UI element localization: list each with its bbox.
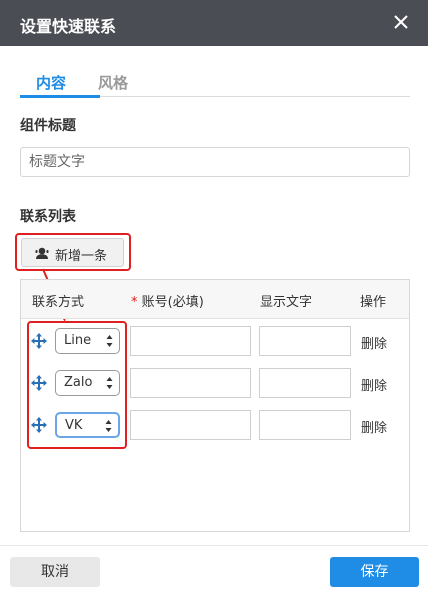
dialog-footer: 取消 保存 xyxy=(0,545,428,598)
account-input[interactable] xyxy=(130,410,251,440)
dialog-titlebar: 设置快速联系 xyxy=(0,0,428,46)
save-button[interactable]: 保存 xyxy=(330,557,419,587)
display-text-input[interactable] xyxy=(259,368,351,398)
account-input[interactable] xyxy=(130,326,251,356)
account-input[interactable] xyxy=(130,368,251,398)
header-action: 操作 xyxy=(360,295,387,310)
tab-content[interactable]: 内容 xyxy=(36,72,66,93)
contact-person-icon xyxy=(35,247,49,259)
display-text-input[interactable] xyxy=(259,410,351,440)
add-item-button[interactable]: 新增一条 xyxy=(21,238,124,267)
header-display-text: 显示文字 xyxy=(260,295,313,310)
cancel-button[interactable]: 取消 xyxy=(10,557,100,587)
delete-link[interactable]: 删除 xyxy=(361,417,387,436)
rows-highlight xyxy=(27,321,127,449)
header-account: * 账号(必填) xyxy=(131,291,204,310)
delete-link[interactable]: 删除 xyxy=(361,333,387,352)
contact-list-label: 联系列表 xyxy=(20,209,76,225)
required-mark: * xyxy=(131,295,138,310)
display-text-input[interactable] xyxy=(259,326,351,356)
component-title-label: 组件标题 xyxy=(20,118,76,134)
add-item-label: 新增一条 xyxy=(55,249,108,264)
tab-bar: 内容 风格 xyxy=(20,70,410,98)
active-tab-indicator xyxy=(20,95,100,98)
dialog-title: 设置快速联系 xyxy=(20,17,117,36)
header-method: 联系方式 xyxy=(32,295,85,310)
header-account-label: 账号(必填) xyxy=(141,295,204,310)
table-header: 联系方式 * 账号(必填) 显示文字 操作 xyxy=(21,280,409,319)
close-icon[interactable] xyxy=(392,13,410,31)
delete-link[interactable]: 删除 xyxy=(361,375,387,394)
component-title-input[interactable] xyxy=(20,147,410,177)
tab-style[interactable]: 风格 xyxy=(98,72,128,93)
